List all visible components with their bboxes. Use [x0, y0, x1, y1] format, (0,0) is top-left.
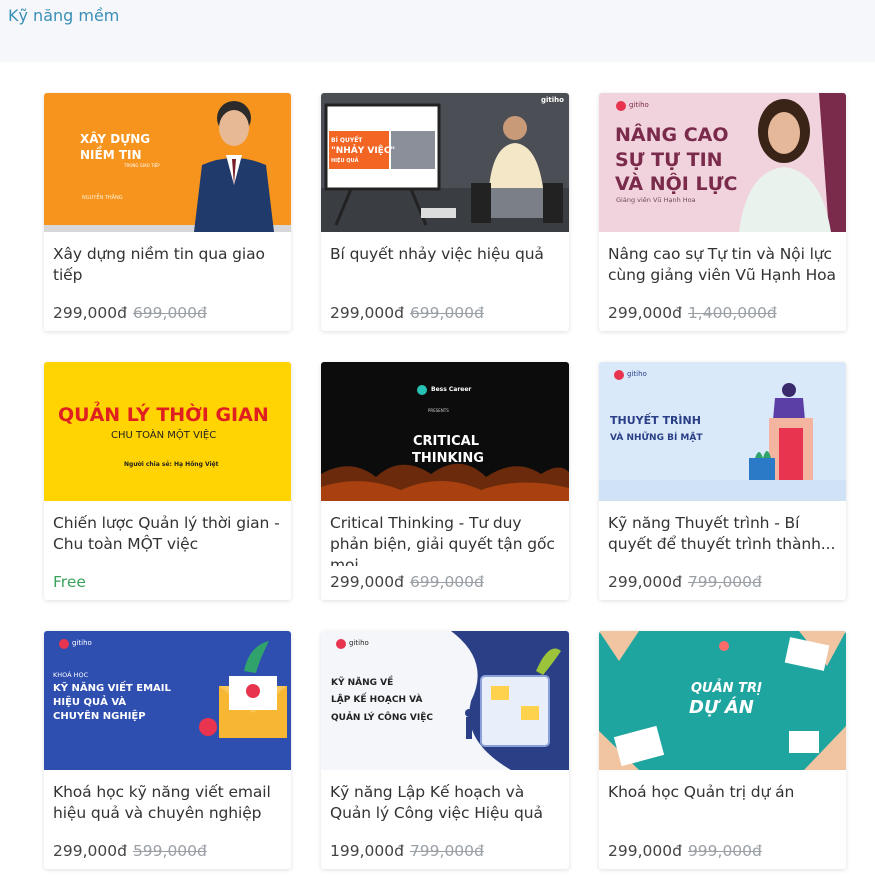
original-price: 1,400,000đ [687, 304, 777, 322]
course-thumbnail: THUYẾT TRÌNH VÀ NHỮNG BÍ MẬT gitiho [599, 362, 846, 501]
thumb-line4: NGUYỄN THẮNG [82, 195, 123, 201]
thumb-line2: PRESENTS [428, 408, 449, 413]
thumb-line1: Bess Career [431, 386, 472, 393]
course-title[interactable]: Nâng cao sự Tự tin và Nội lực cùng giảng… [599, 232, 846, 297]
course-thumbnail: XÂY DỰNG NIỀM TIN TRONG GIAO TIẾP NGUYỄN… [44, 93, 291, 232]
course-title[interactable]: Kỹ năng Thuyết trình - Bí quyết để thuyế… [599, 501, 846, 566]
current-price: Free [53, 573, 86, 591]
course-card[interactable]: XÂY DỰNG NIỀM TIN TRONG GIAO TIẾP NGUYỄN… [44, 93, 291, 331]
current-price: 299,000đ [330, 573, 404, 591]
course-card[interactable]: BÍ QUYẾT "NHẢY VIỆC" HIỆU QUẢ gitiho Bí … [321, 93, 569, 331]
thumb-line1: XÂY DỰNG [80, 132, 151, 146]
course-card[interactable]: THUYẾT TRÌNH VÀ NHỮNG BÍ MẬT gitiho Kỹ n… [599, 362, 846, 600]
thumb-line3: CRITICAL [413, 434, 479, 449]
podium-illustration [599, 370, 846, 501]
fire-illustration [321, 385, 569, 501]
thumb-line2: CHU TOÀN MỘT VIỆC [111, 430, 217, 441]
course-price: 299,000đ 999,000đ [599, 835, 846, 860]
current-price: 299,000đ [608, 573, 682, 591]
course-thumbnail: QUẢN LÝ THỜI GIAN CHU TOÀN MỘT VIỆC Ngườ… [44, 362, 291, 501]
current-price: 299,000đ [608, 304, 682, 322]
course-price: 199,000đ 799,000đ [321, 835, 569, 860]
category-header: Kỹ năng mềm [0, 0, 875, 62]
thumb-line3: VÀ NỘI LỰC [615, 173, 738, 195]
thumb-line3: TRONG GIAO TIẾP [124, 163, 160, 168]
course-title[interactable]: Khoá học Quản trị dự án [599, 770, 846, 835]
thumb-line1: KỸ NĂNG VỀ [331, 678, 394, 688]
thumb-line2: LẬP KẾ HOẠCH VÀ [331, 695, 423, 705]
thumb-line2: NIỀM TIN [80, 148, 142, 162]
course-price: 299,000đ 699,000đ [44, 297, 291, 322]
original-price: 699,000đ [132, 304, 207, 322]
course-title[interactable]: Chiến lược Quản lý thời gian - Chu toàn … [44, 501, 291, 566]
thumb-line2: SỰ TỰ TIN [615, 149, 723, 171]
course-price: 299,000đ 799,000đ [599, 566, 846, 591]
course-title[interactable]: Kỹ năng Lập Kế hoạch và Quản lý Công việ… [321, 770, 569, 835]
course-thumbnail: Bess Career PRESENTS CRITICAL THINKING [321, 362, 569, 501]
thumb-line1: NÂNG CAO [615, 124, 729, 146]
thumb-line1: QUẢN LÝ THỜI GIAN [58, 404, 269, 426]
course-thumbnail: KHOÁ HỌC KỸ NĂNG VIẾT EMAIL HIỆU QUẢ VÀ … [44, 631, 291, 770]
brand-logo: gitiho [627, 370, 647, 378]
thumb-line3: HIỆU QUẢ [331, 158, 359, 164]
current-price: 299,000đ [608, 842, 682, 860]
course-card[interactable]: KỸ NĂNG VỀ LẬP KẾ HOẠCH VÀ QUẢN LÝ CÔNG … [321, 631, 569, 869]
course-thumbnail: NÂNG CAO SỰ TỰ TIN VÀ NỘI LỰC Giảng viên… [599, 93, 846, 232]
thumb-line4: THINKING [412, 451, 484, 466]
course-price: 299,000đ 699,000đ [321, 297, 569, 322]
thumb-line3: Người chia sẻ: Hạ Hồng Việt [124, 461, 219, 468]
thumb-line2: "NHẢY VIỆC" [331, 146, 396, 156]
original-price: 799,000đ [409, 842, 484, 860]
current-price: 199,000đ [330, 842, 404, 860]
current-price: 299,000đ [330, 304, 404, 322]
thumb-line1: QUẢN TRỊ [691, 681, 762, 696]
course-thumbnail: QUẢN TRỊ DỰ ÁN [599, 631, 846, 770]
course-price: 299,000đ 699,000đ [321, 566, 569, 591]
thumb-line3: HIỆU QUẢ VÀ [53, 697, 127, 708]
course-card[interactable]: NÂNG CAO SỰ TỰ TIN VÀ NỘI LỰC Giảng viên… [599, 93, 846, 331]
course-card[interactable]: QUẢN LÝ THỜI GIAN CHU TOÀN MỘT VIỆC Ngườ… [44, 362, 291, 600]
original-price: 699,000đ [409, 304, 484, 322]
brand-logo: gitiho [629, 101, 649, 109]
thumb-line1: BÍ QUYẾT [331, 137, 363, 144]
original-price: 999,000đ [687, 842, 762, 860]
brand-logo: gitiho [72, 639, 92, 647]
current-price: 299,000đ [53, 304, 127, 322]
course-card[interactable]: QUẢN TRỊ DỰ ÁN Khoá học Quản trị dự án 2… [599, 631, 846, 869]
thumb-line4: Giảng viên Vũ Hạnh Hoa [616, 196, 696, 204]
thumb-line2: KỸ NĂNG VIẾT EMAIL [53, 683, 171, 694]
thumb-line3: QUẢN LÝ CÔNG VIỆC [331, 713, 433, 723]
course-thumbnail: BÍ QUYẾT "NHẢY VIỆC" HIỆU QUẢ gitiho [321, 93, 569, 232]
course-title[interactable]: Critical Thinking - Tư duy phản biện, gi… [321, 501, 569, 566]
original-price: 699,000đ [409, 573, 484, 591]
original-price: 799,000đ [687, 573, 762, 591]
thumb-line2: VÀ NHỮNG BÍ MẬT [610, 433, 703, 443]
course-title[interactable]: Khoá học kỹ năng viết email hiệu quả và … [44, 770, 291, 835]
instructor-illustration [44, 101, 291, 232]
thumb-line2: DỰ ÁN [689, 697, 754, 718]
course-thumbnail: KỸ NĂNG VỀ LẬP KẾ HOẠCH VÀ QUẢN LÝ CÔNG … [321, 631, 569, 770]
course-grid: XÂY DỰNG NIỀM TIN TRONG GIAO TIẾP NGUYỄN… [44, 93, 846, 869]
course-title[interactable]: Bí quyết nhảy việc hiệu quả [321, 232, 569, 297]
course-card[interactable]: Bess Career PRESENTS CRITICAL THINKING C… [321, 362, 569, 600]
course-price: 299,000đ 599,000đ [44, 835, 291, 860]
course-price: 299,000đ 1,400,000đ [599, 297, 846, 322]
category-link[interactable]: Kỹ năng mềm [8, 6, 119, 25]
brand-logo: gitiho [349, 639, 369, 647]
current-price: 299,000đ [53, 842, 127, 860]
thumb-line1: THUYẾT TRÌNH [610, 414, 701, 427]
thumb-line4: CHUYÊN NGHIỆP [53, 711, 146, 722]
course-card[interactable]: KHOÁ HỌC KỸ NĂNG VIẾT EMAIL HIỆU QUẢ VÀ … [44, 631, 291, 869]
course-title[interactable]: Xây dựng niềm tin qua giao tiếp [44, 232, 291, 297]
original-price: 599,000đ [132, 842, 207, 860]
thumb-line1: KHOÁ HỌC [53, 671, 89, 679]
brand-logo: gitiho [541, 96, 564, 104]
course-price: Free [44, 566, 291, 591]
